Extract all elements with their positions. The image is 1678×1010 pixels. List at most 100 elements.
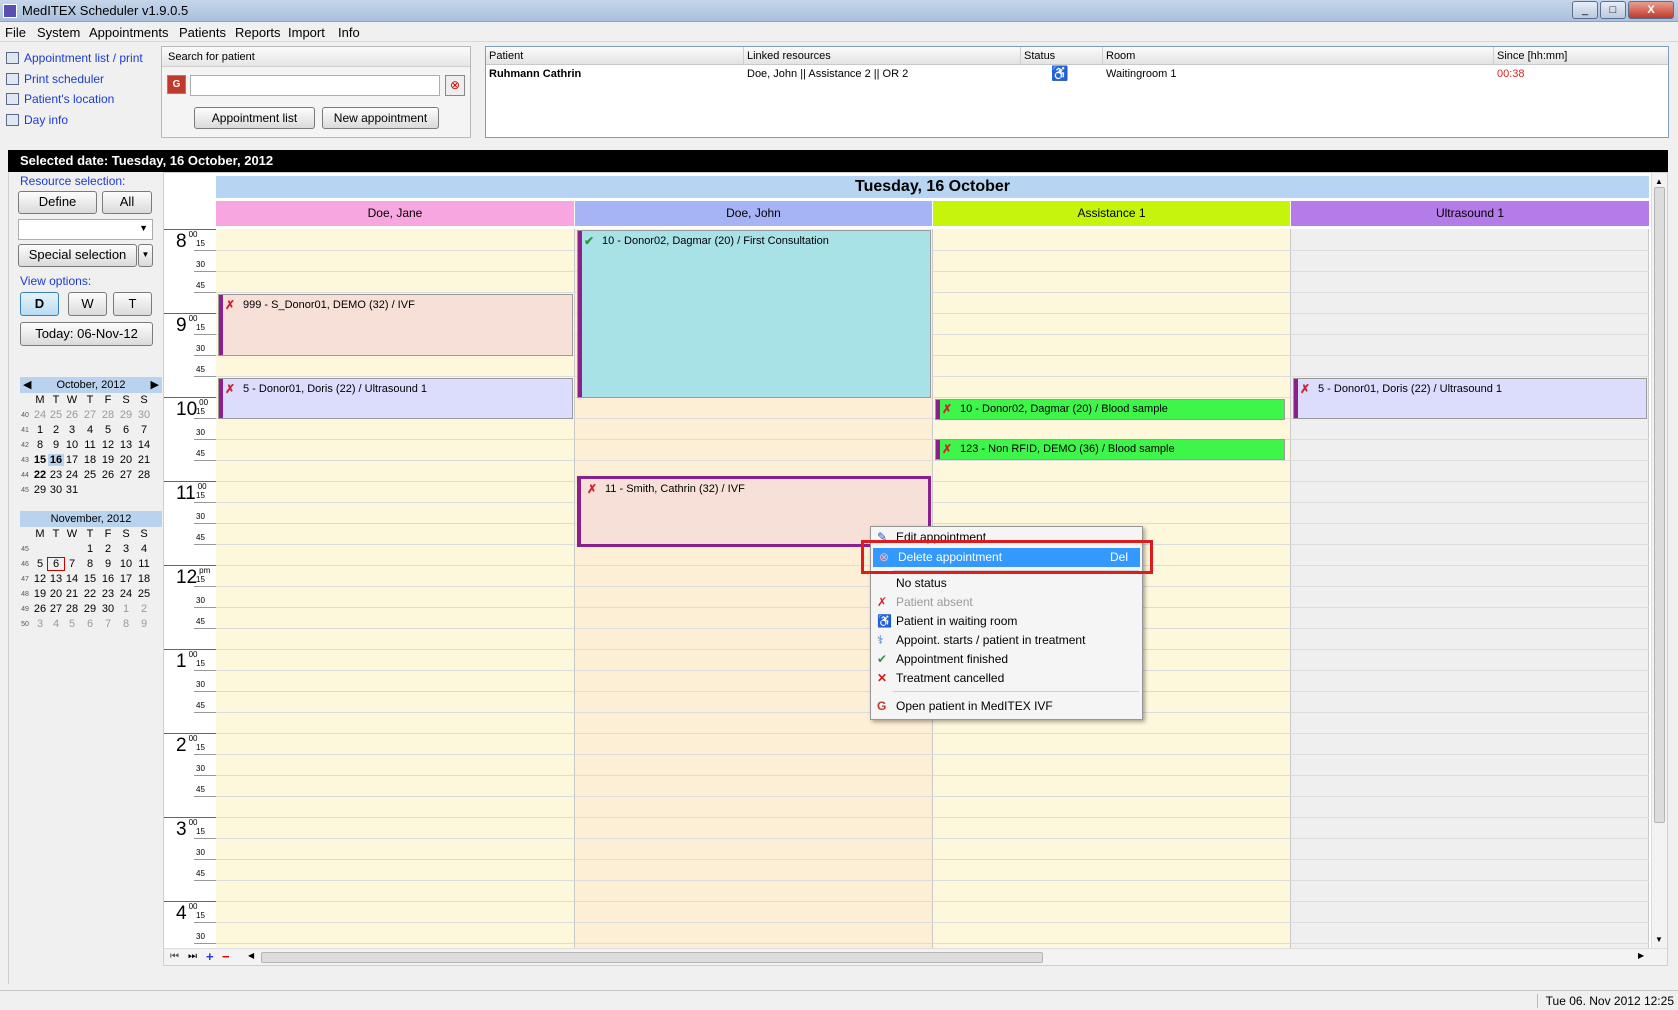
calendar-day[interactable]: 16 xyxy=(48,454,64,466)
calendar-day[interactable]: 9 xyxy=(136,618,152,630)
calendar-day[interactable]: 9 xyxy=(100,558,116,570)
calendar-day[interactable]: 30 xyxy=(136,409,152,421)
calendar-day[interactable]: 23 xyxy=(48,469,64,481)
resource-dropdown[interactable]: ▼ xyxy=(18,219,153,240)
calendar-day[interactable]: 23 xyxy=(100,588,116,600)
remove-icon[interactable]: − xyxy=(222,949,230,964)
calendar-day[interactable]: 6 xyxy=(47,557,65,571)
meditex-icon[interactable]: G xyxy=(167,75,186,94)
calendar-day[interactable]: 3 xyxy=(118,543,134,555)
calendar-day[interactable]: 12 xyxy=(100,439,116,451)
prev-month-icon[interactable]: ◀ xyxy=(23,377,31,393)
appointment-block[interactable]: ✗ 10 - Donor02, Dagmar (20) / Blood samp… xyxy=(935,399,1285,420)
menu-treatment-cancelled[interactable]: ✕ Treatment cancelled xyxy=(871,669,1142,688)
row-patient[interactable]: Ruhmann Cathrin xyxy=(489,68,581,80)
today-button[interactable]: Today: 06-Nov-12 xyxy=(20,322,153,346)
calendar-day[interactable]: 25 xyxy=(82,469,98,481)
menu-reports[interactable]: Reports xyxy=(235,25,281,40)
add-icon[interactable]: + xyxy=(206,949,214,964)
calendar-day[interactable]: 2 xyxy=(136,603,152,615)
menu-patient-absent[interactable]: ✗ Patient absent xyxy=(871,593,1142,612)
calendar-day[interactable]: 15 xyxy=(82,573,98,585)
calendar-day[interactable]: 24 xyxy=(32,409,48,421)
col-patient[interactable]: Patient xyxy=(486,47,744,65)
day-info-link[interactable]: Day info xyxy=(6,113,68,127)
menu-import[interactable]: Import xyxy=(288,25,325,40)
appointment-block[interactable]: ✗ 5 - Donor01, Doris (22) / Ultrasound 1 xyxy=(218,378,573,419)
column-header-doe-john[interactable]: Doe, John xyxy=(575,201,932,226)
menu-no-status[interactable]: No status xyxy=(871,574,1142,593)
calendar-day[interactable]: 26 xyxy=(100,469,116,481)
calendar-day[interactable]: 22 xyxy=(32,469,48,481)
calendar-day[interactable]: 30 xyxy=(48,484,64,496)
calendar-day[interactable]: 13 xyxy=(48,573,64,585)
appointment-list-print-link[interactable]: Appointment list / print xyxy=(6,51,143,65)
appointment-block[interactable]: ✗ 999 - S_Donor01, DEMO (32) / IVF xyxy=(218,294,573,356)
calendar-day[interactable]: 24 xyxy=(118,588,134,600)
calendar-day[interactable]: 15 xyxy=(32,454,48,466)
search-input[interactable] xyxy=(190,75,440,96)
calendar-day[interactable]: 28 xyxy=(64,603,80,615)
scroll-left-icon[interactable]: ◀ xyxy=(248,951,254,960)
calendar-day[interactable]: 21 xyxy=(64,588,80,600)
calendar-day[interactable]: 8 xyxy=(118,618,134,630)
calendar-day[interactable]: 4 xyxy=(136,543,152,555)
calendar-day[interactable]: 7 xyxy=(100,618,116,630)
next-month-icon[interactable]: ▶ xyxy=(151,377,159,393)
calendar-day[interactable]: 14 xyxy=(64,573,80,585)
calendar-day[interactable]: 27 xyxy=(48,603,64,615)
col-since[interactable]: Since [hh:mm] xyxy=(1494,47,1670,65)
vertical-scrollbar[interactable]: ▲ ▼ xyxy=(1651,173,1667,965)
view-t-button[interactable]: T xyxy=(113,292,152,316)
menu-patient-waiting[interactable]: ♿ Patient in waiting room xyxy=(871,612,1142,631)
patients-location-link[interactable]: Patient's location xyxy=(6,92,114,106)
menu-info[interactable]: Info xyxy=(338,25,360,40)
col-status[interactable]: Status xyxy=(1021,47,1103,65)
calendar-day[interactable]: 29 xyxy=(82,603,98,615)
calendar-day[interactable]: 29 xyxy=(32,484,48,496)
calendar-day[interactable]: 20 xyxy=(118,454,134,466)
calendar-day[interactable]: 3 xyxy=(64,424,80,436)
calendar-day[interactable]: 17 xyxy=(118,573,134,585)
calendar-day[interactable]: 8 xyxy=(82,558,98,570)
calendar-day[interactable]: 1 xyxy=(118,603,134,615)
calendar-day[interactable]: 1 xyxy=(82,543,98,555)
minimize-button[interactable]: _ xyxy=(1572,1,1598,19)
calendar-day[interactable]: 27 xyxy=(82,409,98,421)
define-button[interactable]: Define xyxy=(18,191,97,214)
calendar-day[interactable]: 8 xyxy=(32,439,48,451)
calendar-day[interactable]: 5 xyxy=(32,558,48,570)
appointment-list-button[interactable]: Appointment list xyxy=(194,107,315,129)
calendar-day[interactable]: 2 xyxy=(100,543,116,555)
calendar-day[interactable]: 29 xyxy=(118,409,134,421)
calendar-day[interactable]: 19 xyxy=(100,454,116,466)
calendar-day[interactable]: 11 xyxy=(136,558,152,570)
appointment-block[interactable]: ✗ 123 - Non RFID, DEMO (36) / Blood samp… xyxy=(935,439,1285,460)
calendar-day[interactable]: 7 xyxy=(64,558,80,570)
close-button[interactable]: X xyxy=(1628,1,1674,19)
column-ultrasound-1[interactable] xyxy=(1291,229,1649,965)
last-icon[interactable]: ⏭ xyxy=(188,951,197,962)
calendar-day[interactable]: 27 xyxy=(118,469,134,481)
column-header-doe-jane[interactable]: Doe, Jane xyxy=(216,201,574,226)
calendar-day[interactable]: 25 xyxy=(136,588,152,600)
appointment-block[interactable]: ✔ 10 - Donor02, Dagmar (20) / First Cons… xyxy=(577,230,931,398)
calendar-day[interactable]: 7 xyxy=(136,424,152,436)
calendar-day[interactable]: 26 xyxy=(64,409,80,421)
clear-search-icon[interactable]: ⊗ xyxy=(445,75,465,96)
appointment-block[interactable]: ✗ 5 - Donor01, Doris (22) / Ultrasound 1 xyxy=(1293,378,1647,419)
calendar-day[interactable]: 18 xyxy=(82,454,98,466)
calendar-day[interactable]: 3 xyxy=(32,618,48,630)
calendar-day[interactable]: 10 xyxy=(118,558,134,570)
column-header-ultrasound-1[interactable]: Ultrasound 1 xyxy=(1291,201,1649,226)
calendar-day[interactable]: 6 xyxy=(82,618,98,630)
menu-file[interactable]: File xyxy=(5,25,26,40)
first-icon[interactable]: ⏮ xyxy=(170,951,179,962)
calendar-day[interactable]: 19 xyxy=(32,588,48,600)
all-button[interactable]: All xyxy=(102,191,152,214)
calendar-day[interactable]: 10 xyxy=(64,439,80,451)
calendar-day[interactable]: 25 xyxy=(48,409,64,421)
calendar-day[interactable]: 5 xyxy=(64,618,80,630)
calendar-day[interactable]: 5 xyxy=(100,424,116,436)
calendar-day[interactable]: 1 xyxy=(32,424,48,436)
